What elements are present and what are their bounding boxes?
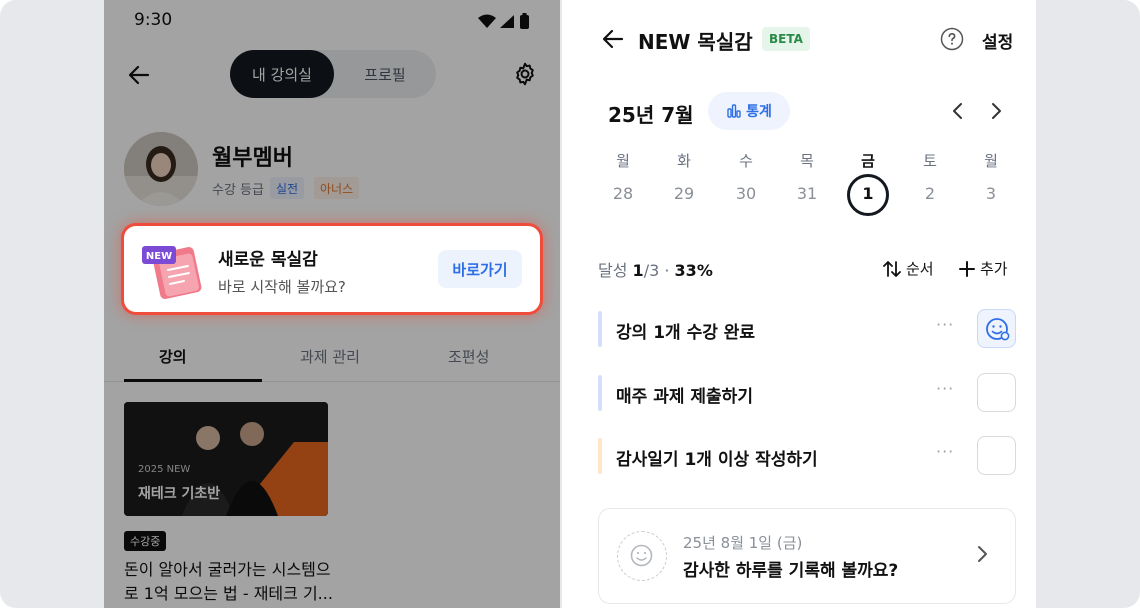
diary-icon-frame — [617, 531, 667, 581]
segment-my-classroom[interactable]: 내 강의실 — [230, 50, 334, 98]
chevron-right-icon[interactable] — [986, 100, 1006, 122]
diary-prompt-card[interactable]: 25년 8월 1일 (금) 감사한 하루를 기록해 볼까요? — [598, 508, 1016, 604]
grade-chip-practical: 실전 — [270, 177, 305, 199]
task-more-button[interactable]: ··· — [936, 315, 954, 334]
task-text: 감사일기 1개 이상 작성하기 — [616, 450, 818, 470]
calendar-day[interactable]: 28 — [603, 184, 643, 203]
tab-lectures[interactable]: 강의 — [159, 346, 187, 367]
task-checkbox[interactable] — [977, 436, 1016, 475]
segment-control: 내 강의실 프로필 — [230, 50, 436, 98]
calendar-day[interactable]: 3 — [971, 184, 1011, 203]
phone-screen: 9:30 내 강의실 프로필 월부멤버 수강 등급 실전 아너스 강의 과제 관… — [104, 0, 560, 608]
calendar-day[interactable]: 31 — [787, 184, 827, 203]
achievement-percent: 33% — [674, 261, 713, 280]
sort-button-label: 순서 — [906, 260, 934, 278]
task-checkbox-checked[interactable] — [977, 309, 1016, 348]
task-color-bar — [598, 438, 602, 474]
profile-name: 월부멤버 — [212, 146, 293, 171]
stats-button-label: 통계 — [746, 104, 772, 120]
tab-underline — [124, 379, 262, 382]
weekday-label: 월 — [984, 152, 998, 170]
gratitude-panel: NEW 목실감 BETA 설정 25년 7월 통계 월 화 수 목 금 토 월 … — [562, 0, 1036, 608]
course-title[interactable]: 돈이 알아서 굴러가는 시스템으 로 1억 모으는 법 - 재테크 기... — [124, 558, 354, 606]
promo-subtitle: 바로 시작해 볼까요? — [218, 278, 346, 296]
task-text: 매주 과제 제출하기 — [616, 387, 753, 407]
task-item[interactable]: 강의 1개 수강 완료 ··· — [598, 309, 1016, 349]
calendar-day[interactable]: 29 — [664, 184, 704, 203]
course-thumb-title: 재테크 기초반 — [138, 486, 221, 502]
achievement-label: 달성 — [598, 261, 628, 280]
back-arrow-icon[interactable] — [126, 62, 152, 88]
task-checkbox[interactable] — [977, 373, 1016, 412]
avatar — [124, 132, 198, 206]
calendar-day-selected[interactable]: 1 — [848, 184, 888, 203]
course-thumb-badge: 2025 NEW — [138, 464, 191, 475]
weekday-label-selected: 금 — [861, 152, 875, 170]
weekday-label: 수 — [739, 152, 753, 170]
promo-illustration: NEW — [142, 246, 202, 299]
status-icons — [478, 13, 529, 29]
weekday-label: 화 — [677, 152, 691, 170]
task-text: 강의 1개 수강 완료 — [616, 323, 756, 343]
help-icon[interactable] — [940, 27, 964, 51]
plus-icon — [959, 260, 975, 277]
task-item[interactable]: 매주 과제 제출하기 ··· — [598, 373, 1016, 413]
promo-card[interactable]: NEW 새로운 목실감 바로 시작해 볼까요? 바로가기 — [124, 226, 540, 312]
diary-date: 25년 8월 1일 (금) — [683, 534, 803, 552]
chevron-left-icon[interactable] — [948, 100, 968, 122]
calendar-day[interactable]: 30 — [726, 184, 766, 203]
diary-prompt-text: 감사한 하루를 기록해 볼까요? — [683, 561, 899, 581]
promo-go-button[interactable]: 바로가기 — [438, 250, 522, 288]
tab-groups[interactable]: 조편성 — [448, 346, 489, 367]
task-more-button[interactable]: ··· — [936, 442, 954, 461]
promo-new-badge: NEW — [146, 251, 172, 262]
chevron-right-icon — [978, 546, 987, 562]
calendar-day[interactable]: 2 — [910, 184, 950, 203]
sort-button[interactable]: 순서 — [882, 258, 934, 279]
month-label: 25년 7월 — [608, 103, 694, 127]
course-status-badge: 수강중 — [124, 531, 167, 551]
stats-button[interactable]: 통계 — [708, 92, 790, 130]
tab-bar: 강의 과제 관리 조편성 — [104, 336, 560, 382]
achievement-done: 1 — [632, 261, 644, 280]
weekday-label: 월 — [616, 152, 630, 170]
course-title-text: 돈이 알아서 굴러가는 시스템으 로 1억 모으는 법 - 재테크 기... — [124, 560, 333, 603]
achievement-total: /3 — [643, 261, 660, 280]
grade-chip-honors: 아너스 — [314, 177, 360, 199]
screenshot-frame: 9:30 내 강의실 프로필 월부멤버 수강 등급 실전 아너스 강의 과제 관… — [0, 0, 1140, 608]
task-item[interactable]: 감사일기 1개 이상 작성하기 ··· — [598, 436, 1016, 476]
task-more-button[interactable]: ··· — [936, 379, 954, 398]
smile-icon — [630, 544, 653, 567]
grade-label: 수강 등급 — [212, 183, 264, 198]
status-bar: 9:30 — [104, 0, 560, 44]
segment-profile[interactable]: 프로필 — [334, 50, 436, 98]
weekday-label: 토 — [923, 152, 937, 170]
achievement-summary: 달성 1/3 · 33% — [598, 257, 713, 281]
chart-icon — [727, 104, 741, 118]
task-color-bar — [598, 375, 602, 411]
back-arrow-icon[interactable] — [600, 26, 626, 52]
gear-icon[interactable] — [512, 61, 538, 87]
smile-check-icon — [986, 318, 1010, 341]
settings-button[interactable]: 설정 — [982, 28, 1013, 53]
task-color-bar — [598, 311, 602, 347]
add-button-label: 추가 — [980, 260, 1008, 278]
beta-badge: BETA — [762, 27, 810, 51]
page-title: NEW 목실감 — [638, 30, 753, 54]
course-thumbnail[interactable]: 2025 NEW 재테크 기초반 — [124, 402, 328, 516]
sort-icon — [883, 260, 901, 277]
add-task-button[interactable]: 추가 — [958, 258, 1008, 279]
tab-assignments[interactable]: 과제 관리 — [300, 346, 360, 367]
weekday-label: 목 — [800, 152, 814, 170]
status-time: 9:30 — [134, 10, 173, 30]
achievement-separator: · — [664, 261, 670, 280]
promo-title: 새로운 목실감 — [218, 250, 318, 270]
